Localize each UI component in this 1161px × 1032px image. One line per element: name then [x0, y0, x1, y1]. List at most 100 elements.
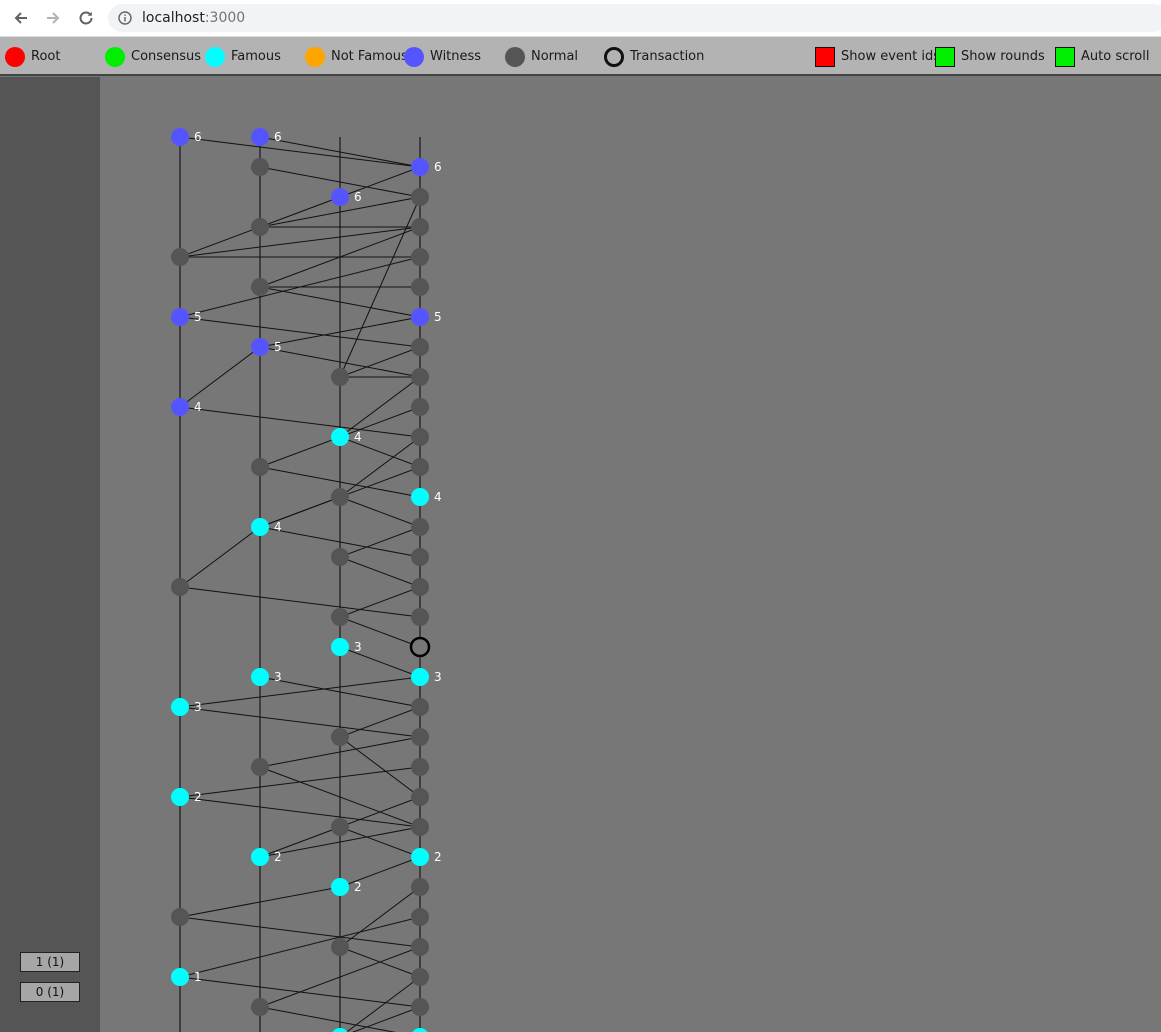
event-node-normal[interactable] — [411, 878, 429, 896]
event-node-normal[interactable] — [411, 608, 429, 626]
event-node-normal[interactable] — [411, 728, 429, 746]
event-edge — [179, 916, 421, 978]
event-node-normal[interactable] — [331, 548, 349, 566]
event-node-famous[interactable] — [411, 1028, 429, 1032]
event-node-normal[interactable] — [411, 428, 429, 446]
event-edge — [179, 676, 421, 708]
event-node-normal[interactable] — [251, 278, 269, 296]
event-node-normal[interactable] — [411, 578, 429, 596]
event-node-normal[interactable] — [411, 248, 429, 266]
legend-label-not-famous: Not Famous — [331, 49, 408, 64]
event-node-witness[interactable] — [331, 188, 349, 206]
legend-witness: Witness — [404, 37, 481, 76]
show-event-ids-checkbox[interactable] — [815, 46, 835, 67]
event-node-normal[interactable] — [411, 998, 429, 1016]
event-node-normal[interactable] — [171, 248, 189, 266]
auto-scroll-checkbox[interactable] — [1055, 46, 1075, 67]
toggle-auto-scroll[interactable]: Auto scroll — [1055, 37, 1149, 76]
event-node-famous[interactable] — [171, 788, 189, 806]
event-node-normal[interactable] — [411, 698, 429, 716]
event-node-normal[interactable] — [411, 278, 429, 296]
sidebar-button-0[interactable]: 0 (1) — [20, 982, 80, 1002]
event-node-normal[interactable] — [411, 968, 429, 986]
event-node-famous[interactable] — [411, 668, 429, 686]
show-rounds-checkbox[interactable] — [935, 46, 955, 67]
event-node-normal[interactable] — [411, 518, 429, 536]
event-node-normal[interactable] — [411, 548, 429, 566]
event-node-transaction[interactable] — [409, 636, 431, 658]
event-node-witness[interactable] — [251, 128, 269, 146]
event-node-famous[interactable] — [171, 698, 189, 716]
event-edge — [259, 826, 341, 858]
event-node-famous[interactable] — [331, 1028, 349, 1032]
event-node-witness[interactable] — [411, 158, 429, 176]
round-label: 4 — [354, 430, 362, 444]
event-node-normal[interactable] — [411, 218, 429, 236]
root-dot-icon — [5, 46, 25, 67]
event-node-normal[interactable] — [251, 218, 269, 236]
event-node-witness[interactable] — [171, 128, 189, 146]
reload-icon[interactable] — [74, 6, 98, 30]
event-edge — [339, 616, 421, 648]
event-node-normal[interactable] — [331, 608, 349, 626]
event-edge — [179, 706, 421, 738]
event-node-normal[interactable] — [251, 458, 269, 476]
url-text: localhost:3000 — [142, 10, 245, 26]
event-node-normal[interactable] — [251, 158, 269, 176]
event-node-witness[interactable] — [171, 398, 189, 416]
event-node-normal[interactable] — [171, 578, 189, 596]
event-node-normal[interactable] — [411, 908, 429, 926]
event-node-normal[interactable] — [331, 368, 349, 386]
forward-arrow-icon[interactable] — [41, 6, 65, 30]
sidebar-button-1[interactable]: 1 (1) — [20, 952, 80, 972]
event-node-famous[interactable] — [171, 968, 189, 986]
event-node-witness[interactable] — [171, 308, 189, 326]
event-node-famous[interactable] — [251, 668, 269, 686]
event-node-normal[interactable] — [411, 818, 429, 836]
round-label: 4 — [434, 490, 442, 504]
event-node-normal[interactable] — [411, 188, 429, 206]
event-node-famous[interactable] — [251, 518, 269, 536]
auto-scroll-label[interactable]: Auto scroll — [1081, 49, 1149, 64]
event-edge — [259, 196, 341, 228]
event-node-normal[interactable] — [411, 788, 429, 806]
round-label: 5 — [194, 310, 202, 324]
event-edge — [339, 556, 421, 588]
address-bar[interactable]: localhost:3000 — [108, 4, 1161, 32]
transaction-ring-icon — [604, 46, 624, 67]
event-node-normal[interactable] — [411, 758, 429, 776]
event-node-normal[interactable] — [331, 488, 349, 506]
info-icon[interactable] — [118, 11, 132, 25]
event-node-famous[interactable] — [331, 638, 349, 656]
url-host: localhost — [142, 10, 205, 26]
round-label: 3 — [354, 640, 362, 654]
event-node-normal[interactable] — [411, 338, 429, 356]
event-node-famous[interactable] — [411, 488, 429, 506]
event-edge — [259, 496, 341, 528]
event-node-normal[interactable] — [171, 908, 189, 926]
event-node-famous[interactable] — [251, 848, 269, 866]
toggle-show-event-ids[interactable]: Show event ids — [815, 37, 940, 76]
not-famous-dot-icon — [305, 46, 325, 67]
event-node-normal[interactable] — [331, 938, 349, 956]
event-node-normal[interactable] — [251, 998, 269, 1016]
show-event-ids-label[interactable]: Show event ids — [841, 49, 940, 64]
event-node-famous[interactable] — [331, 878, 349, 896]
event-node-famous[interactable] — [331, 428, 349, 446]
event-edge — [339, 376, 421, 438]
event-node-normal[interactable] — [251, 758, 269, 776]
event-node-normal[interactable] — [411, 938, 429, 956]
event-node-witness[interactable] — [411, 308, 429, 326]
event-node-normal[interactable] — [411, 368, 429, 386]
event-node-normal[interactable] — [411, 458, 429, 476]
back-arrow-icon[interactable] — [9, 6, 33, 30]
event-node-normal[interactable] — [411, 398, 429, 416]
hashgraph-canvas[interactable]: 6 6 6 6 5 5 5 4 4 4 4 3 3 3 3 2 2 2 2 1 — [100, 77, 1161, 1032]
toggle-show-rounds[interactable]: Show rounds — [935, 37, 1045, 76]
event-node-normal[interactable] — [331, 818, 349, 836]
show-rounds-label[interactable]: Show rounds — [961, 49, 1045, 64]
event-node-famous[interactable] — [411, 848, 429, 866]
event-node-witness[interactable] — [251, 338, 269, 356]
event-node-normal[interactable] — [331, 728, 349, 746]
event-edge — [179, 346, 261, 408]
